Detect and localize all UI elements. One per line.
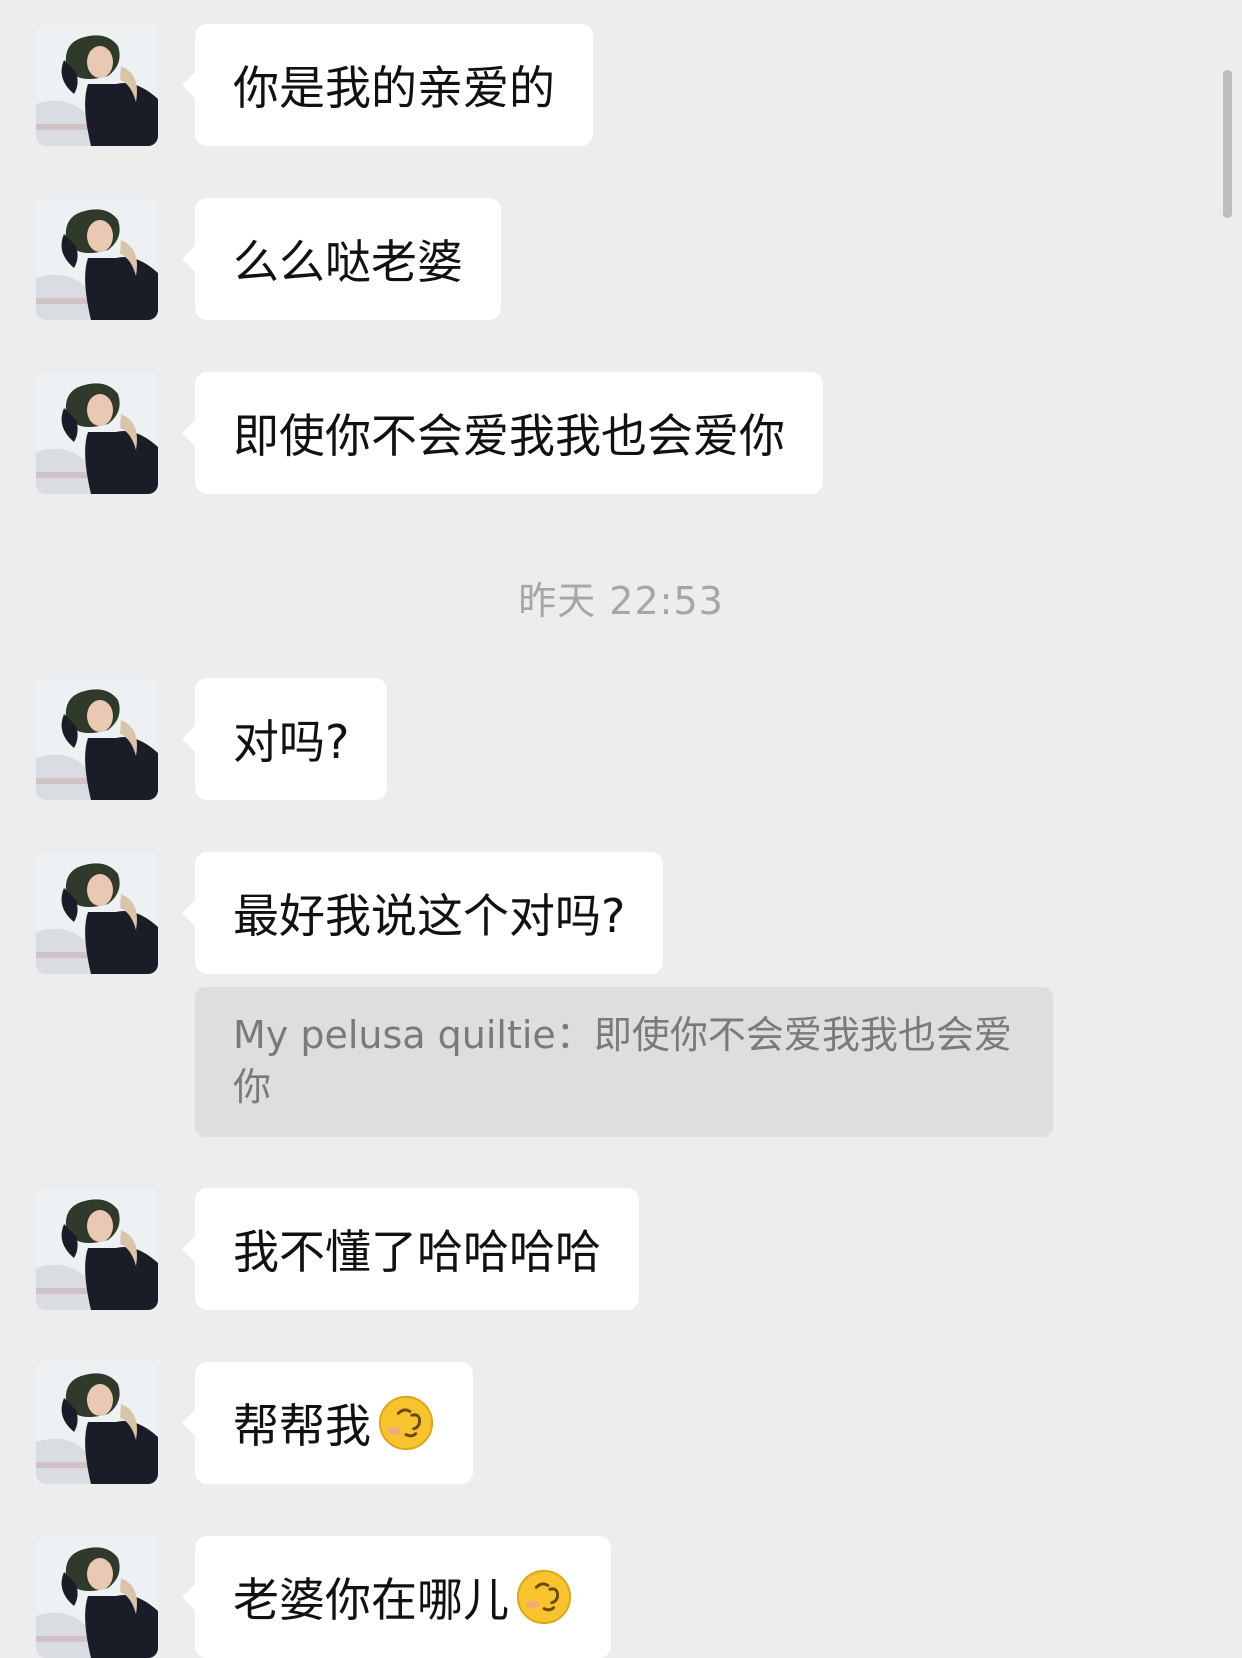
thinking-face-emoji-icon bbox=[377, 1394, 435, 1452]
avatar[interactable] bbox=[36, 198, 158, 320]
timestamp: 昨天 22:53 bbox=[518, 579, 724, 623]
quoted-reply-text: My pelusa quiltie：即使你不会爱我我也会爱你 bbox=[233, 1013, 1012, 1109]
avatar[interactable] bbox=[36, 1536, 158, 1658]
avatar[interactable] bbox=[36, 1362, 158, 1484]
avatar[interactable] bbox=[36, 24, 158, 146]
message-text: 你是我的亲爱的 bbox=[233, 61, 555, 115]
avatar[interactable] bbox=[36, 852, 158, 974]
message-text: 么么哒老婆 bbox=[233, 235, 463, 289]
message-bubble[interactable]: 帮帮我 bbox=[182, 1362, 473, 1484]
thinking-face-emoji-icon bbox=[515, 1568, 573, 1626]
message-text: 老婆你在哪儿 bbox=[233, 1573, 509, 1627]
avatar[interactable] bbox=[36, 678, 158, 800]
message-bubble[interactable]: 对吗? bbox=[181, 678, 388, 800]
message-bubble[interactable]: 最好我说这个对吗? bbox=[181, 852, 664, 974]
message-text: 对吗? bbox=[233, 715, 350, 769]
avatar[interactable] bbox=[36, 1188, 158, 1310]
avatar[interactable] bbox=[36, 372, 158, 494]
message-text: 帮帮我 bbox=[233, 1399, 371, 1453]
message-bubble[interactable]: 你是我的亲爱的 bbox=[182, 24, 593, 146]
scrollbar[interactable] bbox=[1223, 70, 1232, 218]
message-bubble[interactable]: 我不懂了哈哈哈哈 bbox=[182, 1188, 639, 1310]
message-text: 我不懂了哈哈哈哈 bbox=[233, 1225, 601, 1279]
message-bubble[interactable]: 老婆你在哪儿 bbox=[182, 1536, 611, 1658]
quoted-reply[interactable]: My pelusa quiltie：即使你不会爱我我也会爱你 bbox=[195, 987, 1053, 1137]
message-text: 即使你不会爱我我也会爱你 bbox=[233, 409, 785, 463]
message-bubble[interactable]: 即使你不会爱我我也会爱你 bbox=[182, 372, 823, 494]
message-bubble[interactable]: 么么哒老婆 bbox=[182, 198, 501, 320]
message-text: 最好我说这个对吗? bbox=[233, 889, 626, 943]
